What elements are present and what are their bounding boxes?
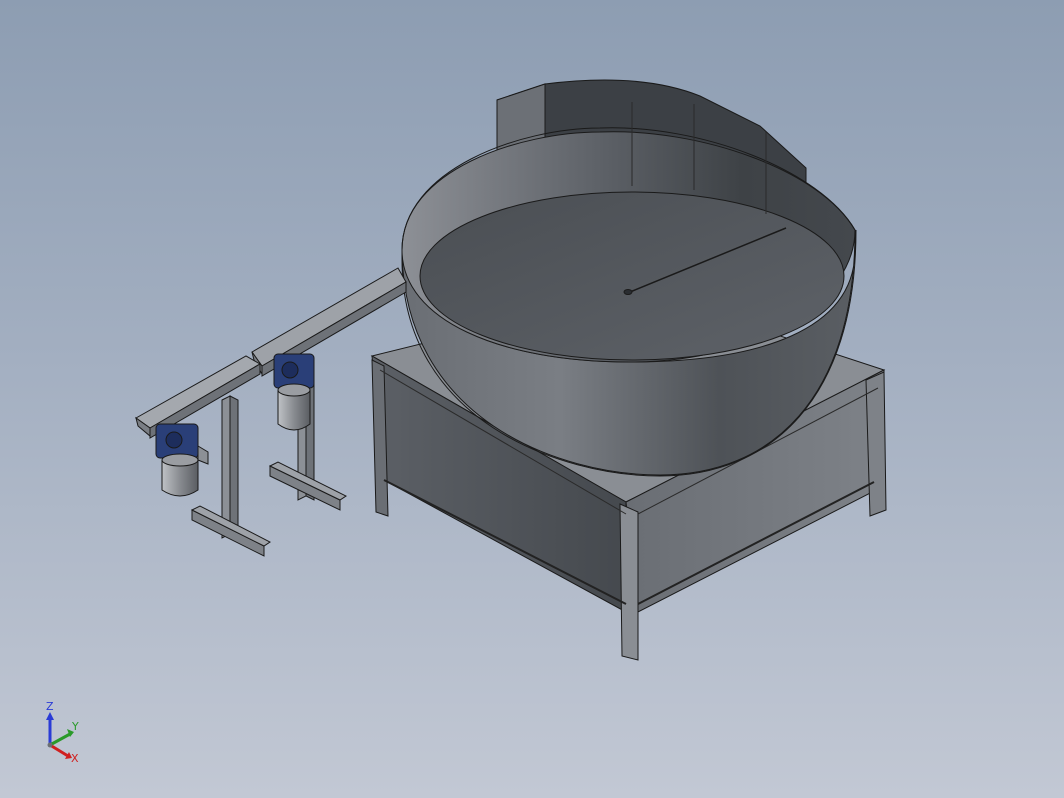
x-axis-label: X bbox=[71, 752, 79, 765]
cad-viewport[interactable]: Z Y X bbox=[0, 0, 1064, 798]
y-axis-label: Y bbox=[71, 720, 79, 733]
y-axis-arrow bbox=[49, 732, 71, 747]
gear-motor-1[interactable] bbox=[273, 353, 315, 431]
z-axis-head bbox=[46, 712, 54, 720]
gear-motor-2[interactable] bbox=[155, 423, 209, 497]
x-axis-arrow bbox=[49, 743, 69, 758]
z-axis-label: Z bbox=[46, 700, 54, 713]
triad-origin bbox=[47, 742, 53, 748]
coordinate-triad[interactable]: Z Y X bbox=[40, 700, 90, 770]
model-scene[interactable] bbox=[0, 0, 1064, 798]
